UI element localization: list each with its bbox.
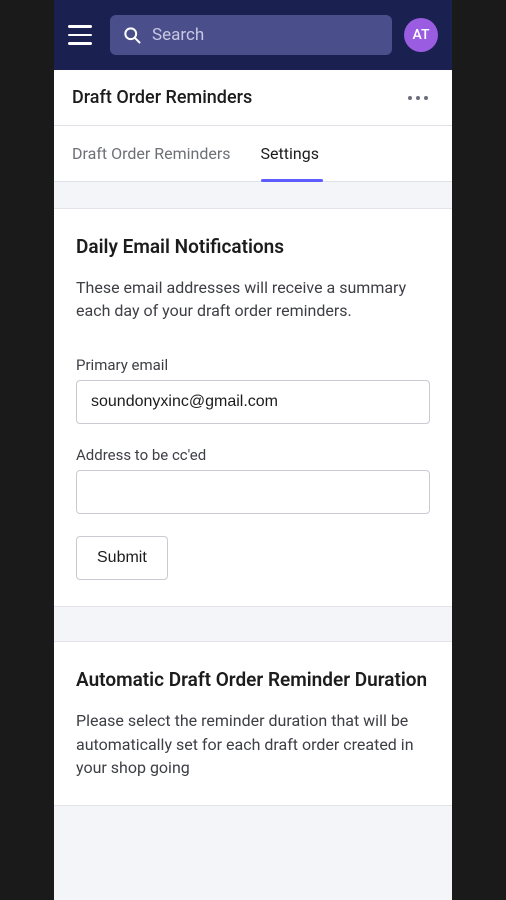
search-input[interactable]: Search — [110, 15, 392, 55]
cc-email-label: Address to be cc'ed — [76, 446, 430, 464]
primary-email-field[interactable] — [76, 380, 430, 424]
section-daily-email: Daily Email Notifications These email ad… — [54, 208, 452, 607]
tab-settings[interactable]: Settings — [261, 126, 319, 181]
section-auto-duration: Automatic Draft Order Reminder Duration … — [54, 641, 452, 806]
page-header: Draft Order Reminders — [54, 70, 452, 126]
cc-email-field[interactable] — [76, 470, 430, 514]
primary-email-label: Primary email — [76, 356, 430, 374]
search-placeholder: Search — [152, 25, 204, 45]
avatar[interactable]: AT — [404, 18, 438, 52]
search-icon — [122, 25, 142, 45]
submit-button[interactable]: Submit — [76, 536, 168, 580]
tabs: Draft Order Reminders Settings — [54, 126, 452, 182]
avatar-initials: AT — [413, 27, 430, 43]
section-heading: Daily Email Notifications — [76, 235, 430, 258]
section-description: These email addresses will receive a sum… — [76, 276, 430, 322]
more-icon[interactable] — [402, 90, 434, 106]
topbar: Search AT — [54, 0, 452, 70]
tab-draft-order-reminders[interactable]: Draft Order Reminders — [72, 126, 231, 181]
page-title: Draft Order Reminders — [72, 87, 252, 108]
section-heading: Automatic Draft Order Reminder Duration — [76, 668, 430, 691]
content-scroll[interactable]: Daily Email Notifications These email ad… — [54, 182, 452, 900]
section-description: Please select the reminder duration that… — [76, 709, 430, 779]
menu-icon[interactable] — [68, 20, 98, 50]
